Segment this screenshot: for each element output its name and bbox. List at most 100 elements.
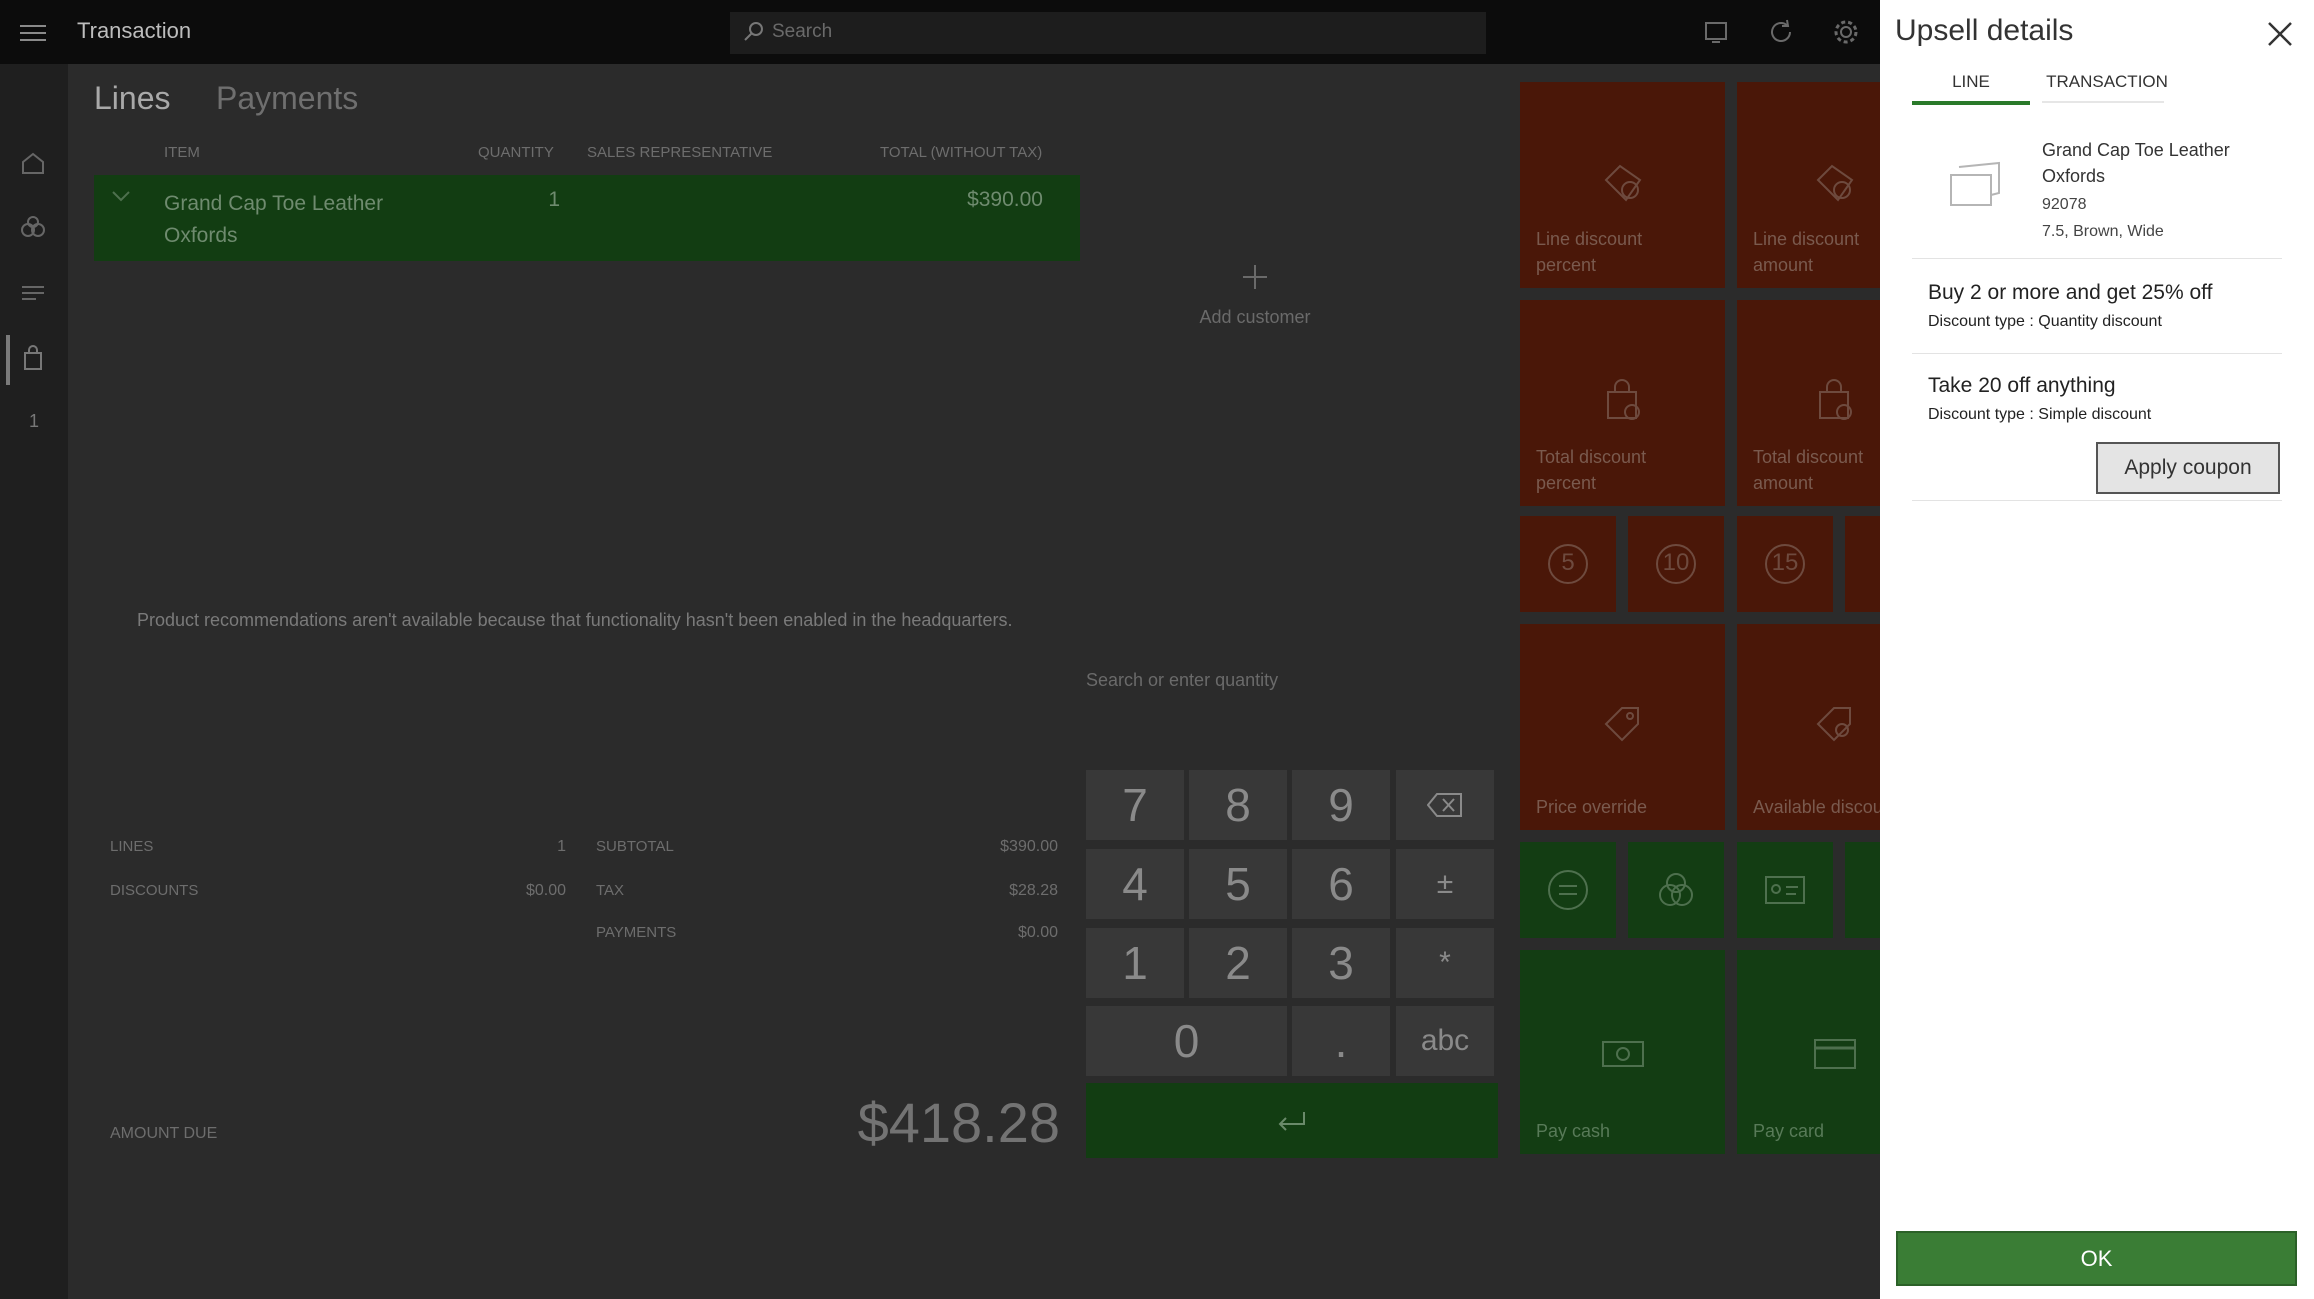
tile-label: Pay cash <box>1536 1121 1611 1141</box>
search-placeholder: Search <box>772 21 833 42</box>
search-icon <box>744 22 763 41</box>
shopping-bag-discount-icon <box>1607 379 1640 420</box>
recommendation-message: Product recommendations aren't available… <box>137 610 1013 630</box>
ok-button[interactable]: OK <box>1896 1231 2297 1286</box>
hamburger-menu-icon[interactable] <box>20 20 46 42</box>
product-image-placeholder-icon <box>1950 161 2000 206</box>
price-override-tile[interactable]: Price override <box>1520 624 1725 830</box>
numpad-key-7[interactable]: 7 <box>1086 770 1184 840</box>
cash-icon <box>1602 1041 1644 1067</box>
column-header-total[interactable]: TOTAL (WITHOUT TAX) <box>880 144 1042 161</box>
panel-title: Upsell details <box>1895 14 2074 47</box>
add-customer-label[interactable]: Add customer <box>1195 307 1315 328</box>
numpad-key-6[interactable]: 6 <box>1292 849 1390 919</box>
shopping-bag-discount-icon <box>1819 379 1852 420</box>
pay-card-tile[interactable]: Pay card <box>1737 950 1880 1154</box>
tile-label: Total discount amount <box>1753 447 1864 493</box>
available-discounts-tile[interactable]: Available discou <box>1737 624 1883 830</box>
green-action-tile-3[interactable] <box>1737 842 1833 938</box>
refresh-icon[interactable] <box>1765 16 1797 48</box>
list-icon[interactable] <box>18 278 48 308</box>
quick-discount-10-tile[interactable]: 10 <box>1628 516 1724 612</box>
discount-search-icon <box>1816 707 1851 742</box>
active-tab-indicator <box>1912 101 2030 105</box>
coins-icon <box>1659 873 1693 906</box>
numpad-key-0[interactable]: 0 <box>1086 1006 1287 1076</box>
divider <box>1912 500 2282 501</box>
shopping-bag-icon[interactable] <box>18 343 48 373</box>
numpad-key-5[interactable]: 5 <box>1189 849 1287 919</box>
numpad-key-multiply[interactable]: * <box>1396 928 1494 998</box>
quick-discount-5-label: 5 <box>1561 549 1575 576</box>
search-input[interactable] <box>730 12 1486 54</box>
numpad-key-2[interactable]: 2 <box>1189 928 1287 998</box>
product-name: Grand Cap Toe Leather Oxfords <box>2042 140 2230 186</box>
divider <box>1912 353 2282 354</box>
amount-due-label: AMOUNT DUE <box>110 1125 218 1142</box>
green-action-tile-2[interactable] <box>1628 842 1724 938</box>
id-card-icon <box>1765 876 1805 904</box>
numpad-enter-key[interactable] <box>1086 1083 1498 1158</box>
payments-value: $0.00 <box>1017 924 1058 941</box>
apply-coupon-button[interactable]: Apply coupon <box>2096 442 2280 494</box>
total-discount-percent-tile[interactable]: Total discount percent <box>1520 300 1725 506</box>
cart-count: 1 <box>29 411 40 431</box>
product-number: 92078 <box>2042 196 2087 213</box>
home-icon[interactable] <box>18 148 48 178</box>
chevron-down-icon[interactable] <box>112 190 130 202</box>
numpad-key-4[interactable]: 4 <box>1086 849 1184 919</box>
line-item-name: Grand Cap Toe Leather Oxfords <box>164 192 384 247</box>
pay-cash-tile[interactable]: Pay cash <box>1520 950 1725 1154</box>
green-action-tile-4[interactable] <box>1845 842 1880 938</box>
line-discount-amount-tile[interactable]: Line discount amount <box>1737 82 1880 288</box>
tab-divider <box>2042 101 2164 103</box>
settings-gear-icon[interactable] <box>1830 16 1862 48</box>
numpad-key-decimal[interactable]: . <box>1292 1006 1390 1076</box>
total-discount-amount-tile[interactable]: Total discount amount <box>1737 300 1880 506</box>
amount-due-value: $418.28 <box>857 1091 1060 1154</box>
discounts-label: DISCOUNTS <box>110 882 199 899</box>
enter-arrow-icon <box>1278 1111 1305 1131</box>
tile-label: Line discount percent <box>1536 229 1643 275</box>
tab-payments[interactable]: Payments <box>216 80 358 117</box>
quick-discount-5-tile[interactable]: 5 <box>1520 516 1616 612</box>
line-item-total: $390.00 <box>967 188 1043 211</box>
quick-discount-15-tile[interactable]: 15 <box>1737 516 1833 612</box>
tile-label: Price override <box>1536 797 1648 817</box>
line-discount-percent-tile[interactable]: Line discount percent <box>1520 82 1725 288</box>
credit-card-icon <box>1814 1039 1856 1069</box>
discount-tag-icon <box>1604 164 1642 202</box>
column-header-item[interactable]: ITEM <box>164 144 200 161</box>
product-variant: 7.5, Brown, Wide <box>2042 223 2164 240</box>
numpad-key-1[interactable]: 1 <box>1086 928 1184 998</box>
quantity-input[interactable]: Search or enter quantity <box>1086 670 1278 691</box>
tile-label: Pay card <box>1753 1121 1825 1141</box>
column-header-sales-representative[interactable]: SALES REPRESENTATIVE <box>587 144 772 161</box>
backspace-icon <box>1427 793 1462 817</box>
numpad-key-abc[interactable]: abc <box>1396 1006 1494 1076</box>
equals-circle-icon <box>1548 870 1588 910</box>
column-header-quantity[interactable]: QUANTITY <box>478 144 554 161</box>
lines-value: 1 <box>557 838 566 855</box>
numpad-key-8[interactable]: 8 <box>1189 770 1287 840</box>
tile-label: Line discount amount <box>1753 229 1860 275</box>
green-action-tile-1[interactable] <box>1520 842 1616 938</box>
price-tag-edit-icon <box>1604 707 1639 742</box>
numpad-backspace-key[interactable] <box>1396 770 1494 840</box>
numpad-key-plus-minus[interactable]: ± <box>1396 849 1494 919</box>
add-customer-plus-icon[interactable] <box>1240 262 1270 292</box>
divider <box>1912 258 2282 259</box>
tab-transaction[interactable]: TRANSACTION <box>2042 72 2172 92</box>
tab-line[interactable]: LINE <box>1912 72 2030 92</box>
quick-discount-tile[interactable] <box>1845 516 1880 612</box>
discount-type: Discount type : Simple discount <box>1928 406 2152 423</box>
subtotal-label: SUBTOTAL <box>596 838 674 855</box>
tab-lines[interactable]: Lines <box>94 80 171 117</box>
numpad-key-9[interactable]: 9 <box>1292 770 1390 840</box>
payments-label: PAYMENTS <box>596 924 677 941</box>
products-icon[interactable] <box>18 213 48 243</box>
close-icon[interactable] <box>2266 20 2294 48</box>
numpad-key-3[interactable]: 3 <box>1292 928 1390 998</box>
tax-label: TAX <box>596 882 625 899</box>
screen-icon[interactable] <box>1700 16 1732 48</box>
